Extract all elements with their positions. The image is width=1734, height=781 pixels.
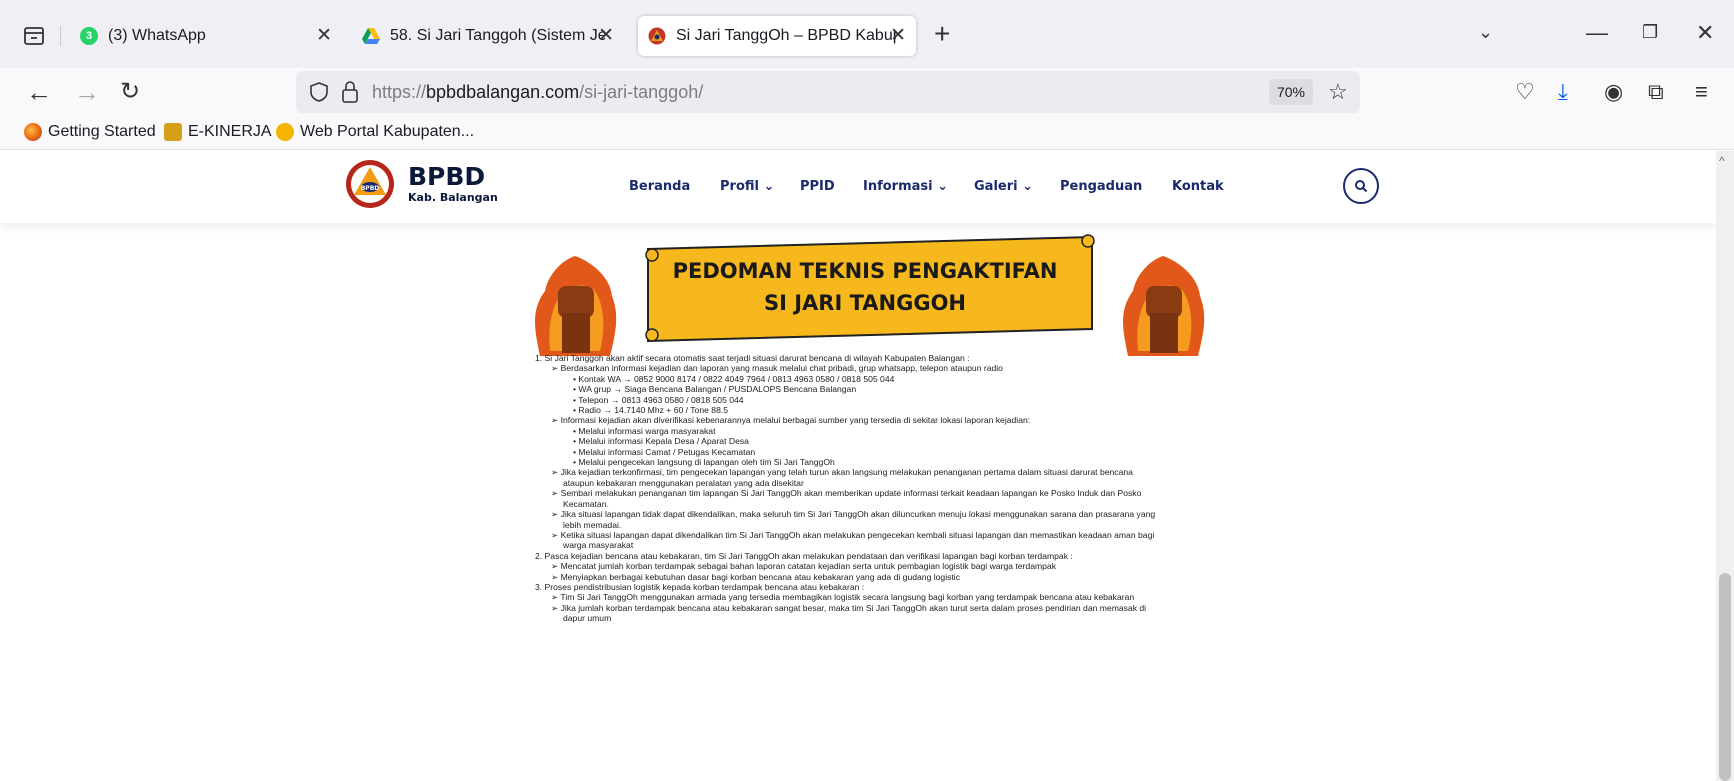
document-line: • Melalui pengecekan langsung di lapanga…	[573, 457, 835, 468]
document-line: 1. Si Jari Tanggoh akan aktif secara oto…	[535, 353, 970, 363]
shield-icon[interactable]	[308, 81, 330, 103]
document-line: • Melalui informasi warga masyarakat	[573, 425, 716, 436]
fist-flame-right-image	[1123, 256, 1205, 356]
document-line: 3. Proses pendistribusian logistik kepad…	[535, 581, 865, 592]
banner-title: PEDOMAN TEKNIS PENGAKTIFAN SI JARI TANGG…	[650, 255, 1080, 319]
reload-icon[interactable]: ↻	[120, 78, 140, 106]
new-tab-button[interactable]: +	[934, 18, 950, 50]
banner-title-line2: SI JARI TANGGOH	[763, 291, 967, 315]
document-line: ➢ Tim Si Jari TanggOh menggunakan armada…	[551, 592, 1135, 603]
banner-title-line1: PEDOMAN TEKNIS PENGAKTIFAN	[672, 259, 1058, 283]
bookmark-web-portal[interactable]: Web Portal Kabupaten...	[276, 123, 474, 141]
list-all-tabs-chevron-icon[interactable]: ⌄	[1478, 22, 1493, 43]
address-bar[interactable]: https://bpbdbalangan.com/si-jari-tanggoh…	[296, 71, 1360, 113]
bpbd-logo[interactable]: BPBD	[345, 159, 395, 209]
restore-window-icon[interactable]: ❐	[1642, 22, 1658, 43]
account-icon[interactable]: ◉	[1604, 80, 1623, 104]
bpbd-logo-icon	[648, 27, 666, 45]
document-line: ➢ Jika kejadian terkonfirmasi, tim penge…	[551, 467, 1133, 488]
forward-arrow-icon[interactable]: →	[74, 78, 100, 106]
document-line: • Melalui informasi Camat / Petugas Keca…	[573, 446, 756, 457]
tab-title: (3) WhatsApp	[108, 27, 206, 44]
bookmark-getting-started[interactable]: Getting Started	[24, 123, 156, 141]
tab-list-icon[interactable]	[22, 24, 46, 48]
navigation-toolbar: ← → ↻ https://bpbdbalangan.com/si-jari-t…	[0, 68, 1734, 116]
lock-icon[interactable]	[340, 80, 360, 104]
menu-hamburger-icon[interactable]: ≡	[1695, 80, 1708, 104]
close-tab-icon[interactable]: ✕	[598, 26, 614, 46]
url-host: bpbdbalangan.com	[426, 82, 580, 102]
portal-icon	[276, 123, 294, 141]
minimize-window-icon[interactable]: —	[1586, 20, 1608, 46]
url-path: /si-jari-tanggoh/	[579, 82, 704, 102]
document-line: ➢ Ketika situasi lapangan dapat dikendal…	[551, 529, 1155, 551]
extensions-icon[interactable]: ⧉	[1648, 80, 1664, 104]
zoom-level-button[interactable]: 70%	[1269, 79, 1313, 105]
tab-title: Si Jari TanggOh – BPBD Kabupat	[676, 27, 896, 44]
url-scheme: https://	[372, 82, 427, 102]
tab-bar: 3 (3) WhatsApp ✕ 58. Si Jari Tanggoh (Si…	[0, 0, 1734, 68]
bookmark-label: Web Portal Kabupaten...	[300, 123, 475, 140]
web-page: BPBD BPBD Kab. Balangan Beranda Profil ⌄…	[0, 151, 1716, 781]
document-line: ➢ Jika jumlah korban terdampak bencana a…	[551, 602, 1147, 624]
document-line: ➢ Jika situasi lapangan tidak dapat dike…	[551, 509, 1156, 530]
brand-title[interactable]: BPBD	[408, 164, 485, 190]
close-tab-icon[interactable]: ✕	[890, 26, 906, 46]
brand-subtitle: Kab. Balangan	[408, 191, 498, 204]
guideline-document: 1. Si Jari Tanggoh akan aktif secara oto…	[535, 353, 1165, 624]
document-line: ➢ Informasi kejadian akan diverifikasi k…	[551, 415, 1031, 426]
menu-kontak[interactable]: Kontak	[1172, 179, 1224, 194]
document-line: • Melalui informasi Kepala Desa / Aparat…	[573, 436, 749, 447]
download-icon[interactable]: ⤓	[1558, 80, 1568, 104]
document-line: 2. Pasca kejadian bencana atau kebakaran…	[535, 550, 1073, 561]
bookmark-label: E-KINERJA	[188, 123, 272, 140]
document-line: ➢ Menyiapkan berbagai kebutuhan dasar ba…	[551, 571, 961, 582]
site-header: BPBD BPBD Kab. Balangan Beranda Profil ⌄…	[0, 151, 1716, 223]
menu-galeri[interactable]: Galeri ⌄	[974, 179, 1033, 194]
fist-flame-left-image	[535, 256, 617, 356]
url-text[interactable]: https://bpbdbalangan.com/si-jari-tanggoh…	[372, 82, 703, 103]
menu-ppid[interactable]: PPID	[800, 179, 835, 194]
scroll-up-arrow-icon[interactable]: ^	[1719, 154, 1725, 168]
document-line: • Radio → 14.7140 Mhz + 60 / Tone 88.5	[573, 405, 729, 416]
menu-profil[interactable]: Profil ⌄	[720, 179, 774, 194]
document-line: ➢ Berdasarkan informasi kejadian dan lap…	[551, 363, 1003, 374]
bookmark-e-kinerja[interactable]: E-KINERJA	[164, 123, 272, 141]
close-tab-icon[interactable]: ✕	[316, 26, 332, 46]
google-drive-icon	[362, 28, 380, 44]
document-line: • WA grup → Siaga Bencana Balangan / PUS…	[573, 384, 857, 395]
whatsapp-icon: 3	[80, 27, 98, 45]
close-window-icon[interactable]: ✕	[1696, 20, 1714, 46]
svg-text:BPBD: BPBD	[361, 185, 380, 192]
garuda-icon	[164, 123, 182, 141]
menu-pengaduan[interactable]: Pengaduan	[1060, 179, 1142, 194]
pocket-icon[interactable]: ♡	[1515, 80, 1535, 104]
search-icon	[1355, 180, 1368, 193]
menu-informasi[interactable]: Informasi ⌄	[863, 179, 948, 194]
tab-title: 58. Si Jari Tanggoh (Sistem Jejari	[390, 27, 605, 44]
back-arrow-icon[interactable]: ←	[26, 78, 52, 106]
document-line: • Kontak WA → 0852 9000 8174 / 0822 4049…	[573, 373, 895, 384]
menu-beranda[interactable]: Beranda	[629, 179, 690, 194]
document-line: • Telepon → 0813 4963 0580 / 0818 505 04…	[573, 394, 744, 405]
site-search-button[interactable]	[1343, 168, 1379, 204]
tab-bpbd-active[interactable]: Si Jari TanggOh – BPBD Kabupat ✕	[638, 16, 916, 56]
tab-whatsapp[interactable]: 3 (3) WhatsApp ✕	[80, 16, 342, 56]
bookmark-star-icon[interactable]: ☆	[1328, 79, 1348, 105]
scrollbar-thumb[interactable]	[1719, 573, 1731, 781]
document-line: ➢ Sembari melakukan penanganan tim lapan…	[551, 488, 1142, 509]
bookmark-label: Getting Started	[48, 123, 156, 140]
firefox-icon	[24, 123, 42, 141]
tab-separator	[60, 26, 61, 46]
bookmarks-toolbar: Getting Started E-KINERJA Web Portal Kab…	[0, 116, 1734, 150]
tab-google-drive[interactable]: 58. Si Jari Tanggoh (Sistem Jejari ✕	[362, 16, 624, 56]
document-line: ➢ Mencatat jumlah korban terdampak sebag…	[551, 561, 1056, 572]
